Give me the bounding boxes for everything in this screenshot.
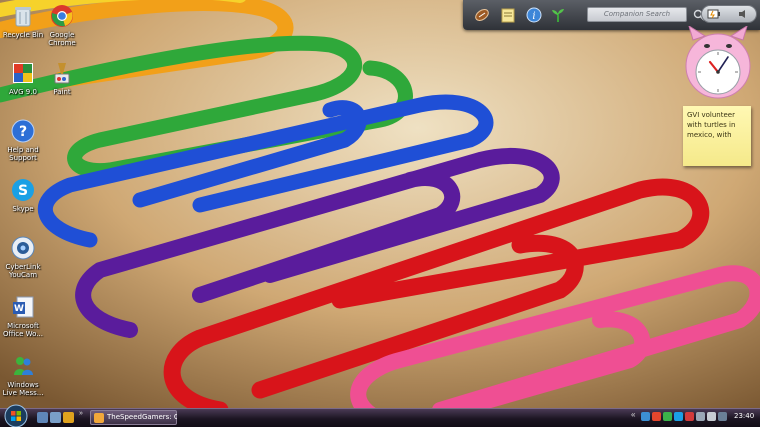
sticky-note-gadget[interactable]: GVI volunteer with turtles in mexico, wi… [683,106,751,166]
start-button[interactable] [4,404,28,427]
desktop-icon-label: CyberLink YouCam [5,263,41,279]
messenger-icon [14,357,33,375]
tray-overflow-chevron[interactable]: « [631,410,635,419]
desktop-icon-help-and-support[interactable]: ? Help and Support [0,118,46,162]
info-icon[interactable]: i [525,6,543,24]
tray-network-icon[interactable] [641,412,650,421]
tray-security-icon[interactable] [685,412,694,421]
battery-gadget[interactable] [701,5,757,23]
svg-text:S: S [18,183,28,199]
speaker-icon [739,10,745,18]
desktop-icon-label: Help and Support [7,146,39,162]
desktop-icon-google-chrome[interactable]: Google Chrome [39,3,85,47]
tray-avg-icon[interactable] [652,412,661,421]
switch-windows-icon[interactable] [50,412,61,423]
avg-icon [13,63,33,83]
desktop-icon-label: Paint [53,88,71,96]
plant-icon[interactable] [549,6,567,24]
taskbar-clock[interactable]: 23:40 [734,412,758,420]
companion-search-input[interactable]: Companion Search [587,7,687,22]
tray-skype-icon[interactable] [674,412,683,421]
desktop-icon-skype[interactable]: S Skype [0,177,46,213]
desktop-icon-label: Windows Live Mess... [2,381,44,397]
chrome-icon [51,5,73,27]
desktop-wallpaper [0,0,760,427]
desktop-icon-youcam[interactable]: CyberLink YouCam [0,235,46,279]
svg-text:i: i [532,11,535,22]
show-desktop-icon[interactable] [37,412,48,423]
notepad-icon[interactable] [499,6,517,24]
quick-launch-overflow[interactable]: » [79,410,89,417]
skype-icon: S [12,179,34,201]
svg-text:W: W [14,304,24,314]
desktop-icon-windows-live-messenger[interactable]: Windows Live Mess... [0,353,46,397]
taskbar-window-label: TheSpeedGamers: C... [107,413,177,421]
tray-messenger-icon[interactable] [663,412,672,421]
desktop-icon-word[interactable]: W Microsoft Office Wo... [0,294,46,338]
battery-icon [707,9,720,19]
cat-clock-gadget[interactable] [683,26,753,100]
tray-power-icon[interactable] [696,412,705,421]
desktop-icon-label: Google Chrome [48,31,76,47]
tray-volume-icon[interactable] [707,412,716,421]
taskbar-window-button[interactable]: TheSpeedGamers: C... [90,410,177,425]
sticky-note-text[interactable]: GVI volunteer with turtles in mexico, wi… [687,110,747,140]
media-player-icon[interactable] [63,412,74,423]
tray-webcam-icon[interactable] [718,412,727,421]
desktop-icon-label: Microsoft Office Wo... [2,322,43,338]
recycle-bin-icon [15,7,31,27]
desktop-icon-paint[interactable]: Paint [39,60,85,96]
svg-text:?: ? [19,124,27,140]
browser-window-icon [94,413,104,423]
help-icon: ? [11,119,35,143]
paint-icon [54,63,70,84]
youcam-icon [11,236,35,260]
football-icon[interactable] [473,6,491,24]
desktop-icon-label: Skype [12,205,34,213]
word-icon: W [13,296,34,318]
